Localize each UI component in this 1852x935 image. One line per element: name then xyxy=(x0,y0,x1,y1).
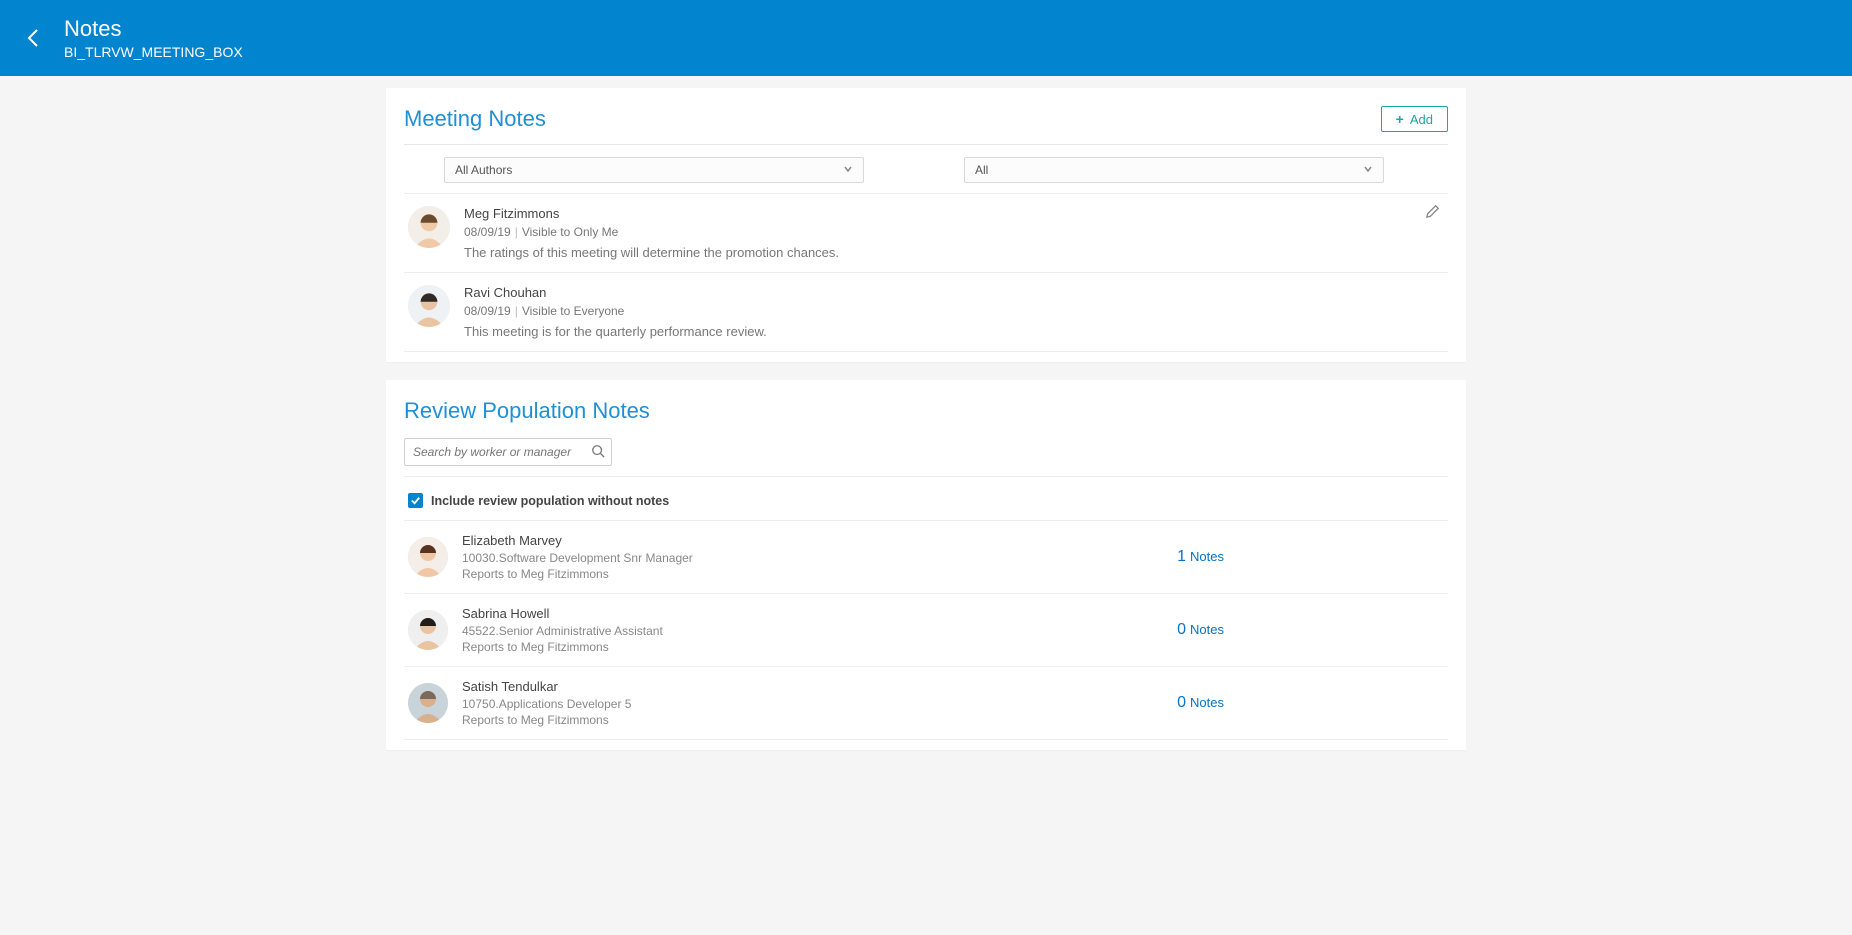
meeting-notes-header: Meeting Notes + Add xyxy=(404,106,1448,145)
person-reports-to: Reports to Meg Fitzimmons xyxy=(462,713,1177,727)
notes-count-link[interactable]: 0 Notes xyxy=(1177,621,1224,639)
person-reports-to: Reports to Meg Fitzimmons xyxy=(462,640,1177,654)
note-author: Meg Fitzimmons xyxy=(464,206,1444,221)
people-list: Elizabeth Marvey 10030.Software Developme… xyxy=(404,521,1448,740)
note-author: Ravi Chouhan xyxy=(464,285,1444,300)
visibility-filter-select[interactable]: All xyxy=(964,157,1384,183)
search-icon[interactable] xyxy=(591,444,605,461)
filter-row: All Authors All xyxy=(404,157,1448,194)
person-role: 10030.Software Development Snr Manager xyxy=(462,551,1177,565)
notes-count-number: 0 xyxy=(1177,694,1186,712)
search-box xyxy=(404,438,612,466)
include-without-notes-label: Include review population without notes xyxy=(431,494,669,508)
note-meta: 08/09/19 | Visible to Only Me xyxy=(464,225,1444,239)
person-info: Sabrina Howell 45522.Senior Administrativ… xyxy=(462,606,1177,654)
review-population-title: Review Population Notes xyxy=(404,398,1448,424)
person-role: 45522.Senior Administrative Assistant xyxy=(462,624,1177,638)
author-filter-value: All Authors xyxy=(455,163,512,177)
note-date: 08/09/19 xyxy=(464,304,511,318)
plus-icon: + xyxy=(1396,111,1404,127)
add-note-label: Add xyxy=(1410,112,1433,127)
separator: | xyxy=(515,225,518,239)
notes-count-number: 0 xyxy=(1177,621,1186,639)
note-body: Ravi Chouhan 08/09/19 | Visible to Everyone… xyxy=(464,285,1444,339)
visibility-filter-value: All xyxy=(975,163,988,177)
note-meta: 08/09/19 | Visible to Everyone xyxy=(464,304,1444,318)
note-body: Meg Fitzimmons 08/09/19 | Visible to Only M… xyxy=(464,206,1444,260)
person-row: Satish Tendulkar 10750.Applications Devel… xyxy=(404,667,1448,740)
meeting-notes-title: Meeting Notes xyxy=(404,106,546,132)
include-without-notes-checkbox[interactable] xyxy=(408,493,423,508)
person-reports-to: Reports to Meg Fitzimmons xyxy=(462,567,1177,581)
person-name: Sabrina Howell xyxy=(462,606,1177,621)
avatar xyxy=(408,206,450,248)
person-row: Sabrina Howell 45522.Senior Administrativ… xyxy=(404,594,1448,667)
notes-count-label: Notes xyxy=(1190,695,1224,710)
avatar xyxy=(408,683,448,723)
note-row: Meg Fitzimmons 08/09/19 | Visible to Only M… xyxy=(404,194,1448,273)
page-title: Notes xyxy=(64,16,243,42)
notes-count-label: Notes xyxy=(1190,622,1224,637)
person-name: Satish Tendulkar xyxy=(462,679,1177,694)
avatar xyxy=(408,610,448,650)
add-note-button[interactable]: + Add xyxy=(1381,106,1448,132)
chevron-left-icon xyxy=(24,26,44,50)
page-subtitle: BI_TLRVW_MEETING_BOX xyxy=(64,44,243,60)
back-button[interactable] xyxy=(16,20,52,56)
page-content: Meeting Notes + Add All Authors All Meg … xyxy=(386,88,1466,750)
person-info: Elizabeth Marvey 10030.Software Developme… xyxy=(462,533,1177,581)
edit-note-button[interactable] xyxy=(1426,204,1440,221)
note-date: 08/09/19 xyxy=(464,225,511,239)
note-row: Ravi Chouhan 08/09/19 | Visible to Everyone… xyxy=(404,273,1448,352)
search-input[interactable] xyxy=(413,445,591,459)
include-without-notes-row: Include review population without notes xyxy=(404,485,1448,521)
review-population-card: Review Population Notes Include review p… xyxy=(386,380,1466,750)
separator: | xyxy=(515,304,518,318)
notes-count-number: 1 xyxy=(1177,548,1186,566)
note-text: The ratings of this meeting will determi… xyxy=(464,245,1444,260)
note-text: This meeting is for the quarterly perfor… xyxy=(464,324,1444,339)
note-visibility: Visible to Everyone xyxy=(522,304,625,318)
notes-count-link[interactable]: 0 Notes xyxy=(1177,694,1224,712)
avatar xyxy=(408,285,450,327)
header-titles: Notes BI_TLRVW_MEETING_BOX xyxy=(64,16,243,60)
meeting-notes-list: Meg Fitzimmons 08/09/19 | Visible to Only M… xyxy=(404,194,1448,352)
person-info: Satish Tendulkar 10750.Applications Devel… xyxy=(462,679,1177,727)
chevron-down-icon xyxy=(843,163,853,177)
search-wrap xyxy=(404,438,1448,466)
pencil-icon xyxy=(1426,204,1440,218)
note-visibility: Visible to Only Me xyxy=(522,225,619,239)
notes-count-label: Notes xyxy=(1190,549,1224,564)
author-filter-select[interactable]: All Authors xyxy=(444,157,864,183)
avatar xyxy=(408,537,448,577)
person-name: Elizabeth Marvey xyxy=(462,533,1177,548)
meeting-notes-card: Meeting Notes + Add All Authors All Meg … xyxy=(386,88,1466,362)
person-role: 10750.Applications Developer 5 xyxy=(462,697,1177,711)
divider xyxy=(404,476,1448,477)
person-row: Elizabeth Marvey 10030.Software Developme… xyxy=(404,521,1448,594)
notes-count-link[interactable]: 1 Notes xyxy=(1177,548,1224,566)
chevron-down-icon xyxy=(1363,163,1373,177)
app-header: Notes BI_TLRVW_MEETING_BOX xyxy=(0,0,1852,76)
